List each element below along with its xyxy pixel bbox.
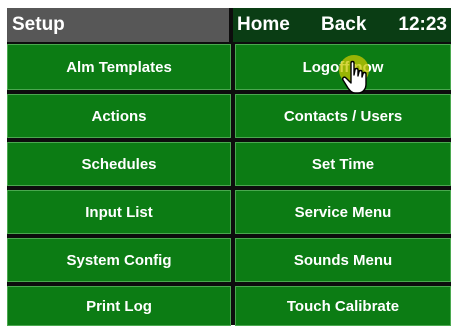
touch-calibrate-button[interactable]: Touch Calibrate (235, 286, 451, 326)
clock-display: 12:23 (398, 14, 447, 35)
setup-screen: Setup Home Back 12:23 Alm Templates Acti… (7, 8, 451, 326)
back-button[interactable]: Back (321, 8, 366, 42)
set-time-button[interactable]: Set Time (235, 142, 451, 186)
page-title: Setup (7, 8, 229, 42)
sounds-menu-button[interactable]: Sounds Menu (235, 238, 451, 282)
contacts-users-button[interactable]: Contacts / Users (235, 94, 451, 138)
system-config-button[interactable]: System Config (7, 238, 231, 282)
print-log-button[interactable]: Print Log (7, 286, 231, 326)
home-button[interactable]: Home (237, 8, 290, 42)
service-menu-button[interactable]: Service Menu (235, 190, 451, 234)
schedules-button[interactable]: Schedules (7, 142, 231, 186)
logoff-now-button[interactable]: Logoff now (235, 44, 451, 90)
input-list-button[interactable]: Input List (7, 190, 231, 234)
actions-button[interactable]: Actions (7, 94, 231, 138)
nav-bar: Home Back 12:23 (233, 8, 451, 42)
title-bar: Setup Home Back 12:23 (7, 8, 451, 42)
alm-templates-button[interactable]: Alm Templates (7, 44, 231, 90)
